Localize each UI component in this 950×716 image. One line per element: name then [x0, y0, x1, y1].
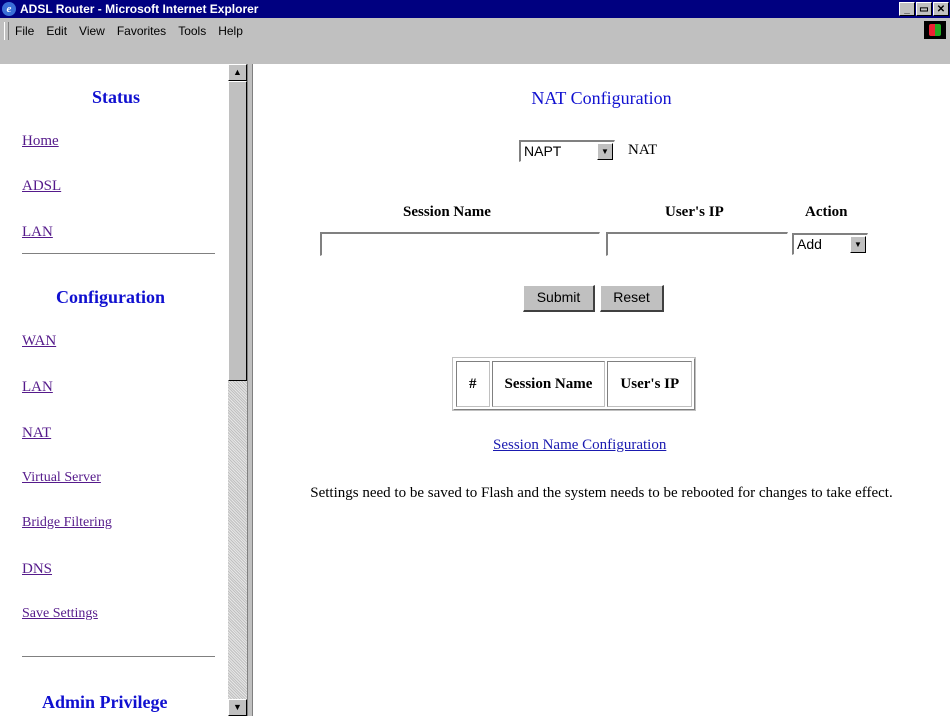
- users-ip-header: User's IP: [665, 204, 724, 220]
- nav-link-wan[interactable]: WAN: [22, 333, 56, 350]
- menu-help[interactable]: Help: [218, 24, 243, 38]
- navigation-frame: Status Home ADSL LAN Configuration WAN L…: [0, 64, 228, 716]
- windows-logo-icon: [924, 21, 946, 39]
- action-select-value: Add: [797, 236, 822, 252]
- nav-link-bridge-filtering[interactable]: Bridge Filtering: [22, 515, 112, 531]
- nat-mode-value: NAPT: [524, 143, 562, 159]
- session-name-configuration-link[interactable]: Session Name Configuration: [493, 437, 666, 454]
- table-header-row: # Session Name User's IP: [456, 361, 693, 407]
- menu-file[interactable]: File: [15, 24, 34, 38]
- maximize-button[interactable]: ▭: [916, 2, 932, 16]
- session-name-input[interactable]: [320, 232, 600, 256]
- menu-view[interactable]: View: [79, 24, 105, 38]
- nav-link-config-lan[interactable]: LAN: [22, 379, 53, 396]
- dropdown-arrow-icon[interactable]: ▼: [850, 236, 866, 253]
- nav-link-nat[interactable]: NAT: [22, 425, 51, 442]
- column-header-number: #: [456, 361, 490, 407]
- nav-link-dns[interactable]: DNS: [22, 561, 52, 578]
- browser-content: Status Home ADSL LAN Configuration WAN L…: [0, 64, 950, 716]
- nat-mode-label: NAT: [628, 142, 658, 158]
- window-title-bar: e ADSL Router - Microsoft Internet Explo…: [0, 0, 950, 18]
- nav-link-save-settings[interactable]: Save Settings: [22, 606, 98, 622]
- main-frame: NAT Configuration NAPT ▼ NAT Session Nam…: [253, 64, 950, 716]
- status-heading: Status: [92, 87, 141, 107]
- action-header: Action: [805, 204, 848, 220]
- dropdown-arrow-icon[interactable]: ▼: [597, 143, 613, 160]
- window-title: ADSL Router - Microsoft Internet Explore…: [20, 2, 259, 16]
- internet-explorer-icon: e: [2, 2, 16, 16]
- scroll-down-arrow-icon[interactable]: ▼: [228, 699, 247, 716]
- action-select[interactable]: Add ▼: [792, 233, 868, 255]
- users-ip-input[interactable]: [606, 232, 788, 256]
- divider: [22, 656, 215, 658]
- scroll-up-arrow-icon[interactable]: ▲: [228, 64, 247, 81]
- menu-edit[interactable]: Edit: [46, 24, 67, 38]
- column-header-users-ip: User's IP: [607, 361, 693, 407]
- minimize-button[interactable]: _: [899, 2, 915, 16]
- nav-link-status-lan[interactable]: LAN: [22, 224, 53, 241]
- menu-tools[interactable]: Tools: [178, 24, 206, 38]
- divider: [22, 253, 215, 255]
- save-reboot-note: Settings need to be saved to Flash and t…: [310, 485, 893, 501]
- nav-link-home[interactable]: Home: [22, 133, 59, 150]
- close-button[interactable]: ✕: [933, 2, 949, 16]
- navigation-scrollbar[interactable]: ▲ ▼: [228, 64, 247, 716]
- nat-mode-select[interactable]: NAPT ▼: [519, 140, 615, 162]
- submit-button[interactable]: Submit: [523, 285, 595, 312]
- nav-link-virtual-server[interactable]: Virtual Server: [22, 470, 101, 486]
- nav-link-adsl[interactable]: ADSL: [22, 178, 61, 195]
- menu-bar: File Edit View Favorites Tools Help: [0, 18, 950, 65]
- reset-button[interactable]: Reset: [600, 285, 664, 312]
- menu-favorites[interactable]: Favorites: [117, 24, 166, 38]
- session-name-header: Session Name: [403, 204, 491, 220]
- sessions-table: # Session Name User's IP: [453, 358, 696, 410]
- page-title: NAT Configuration: [531, 88, 672, 108]
- configuration-heading: Configuration: [56, 287, 166, 307]
- admin-privilege-heading: Admin Privilege: [42, 692, 168, 712]
- toolbar-grip[interactable]: [4, 22, 9, 40]
- column-header-session-name: Session Name: [491, 361, 606, 407]
- scrollbar-thumb[interactable]: [228, 81, 247, 381]
